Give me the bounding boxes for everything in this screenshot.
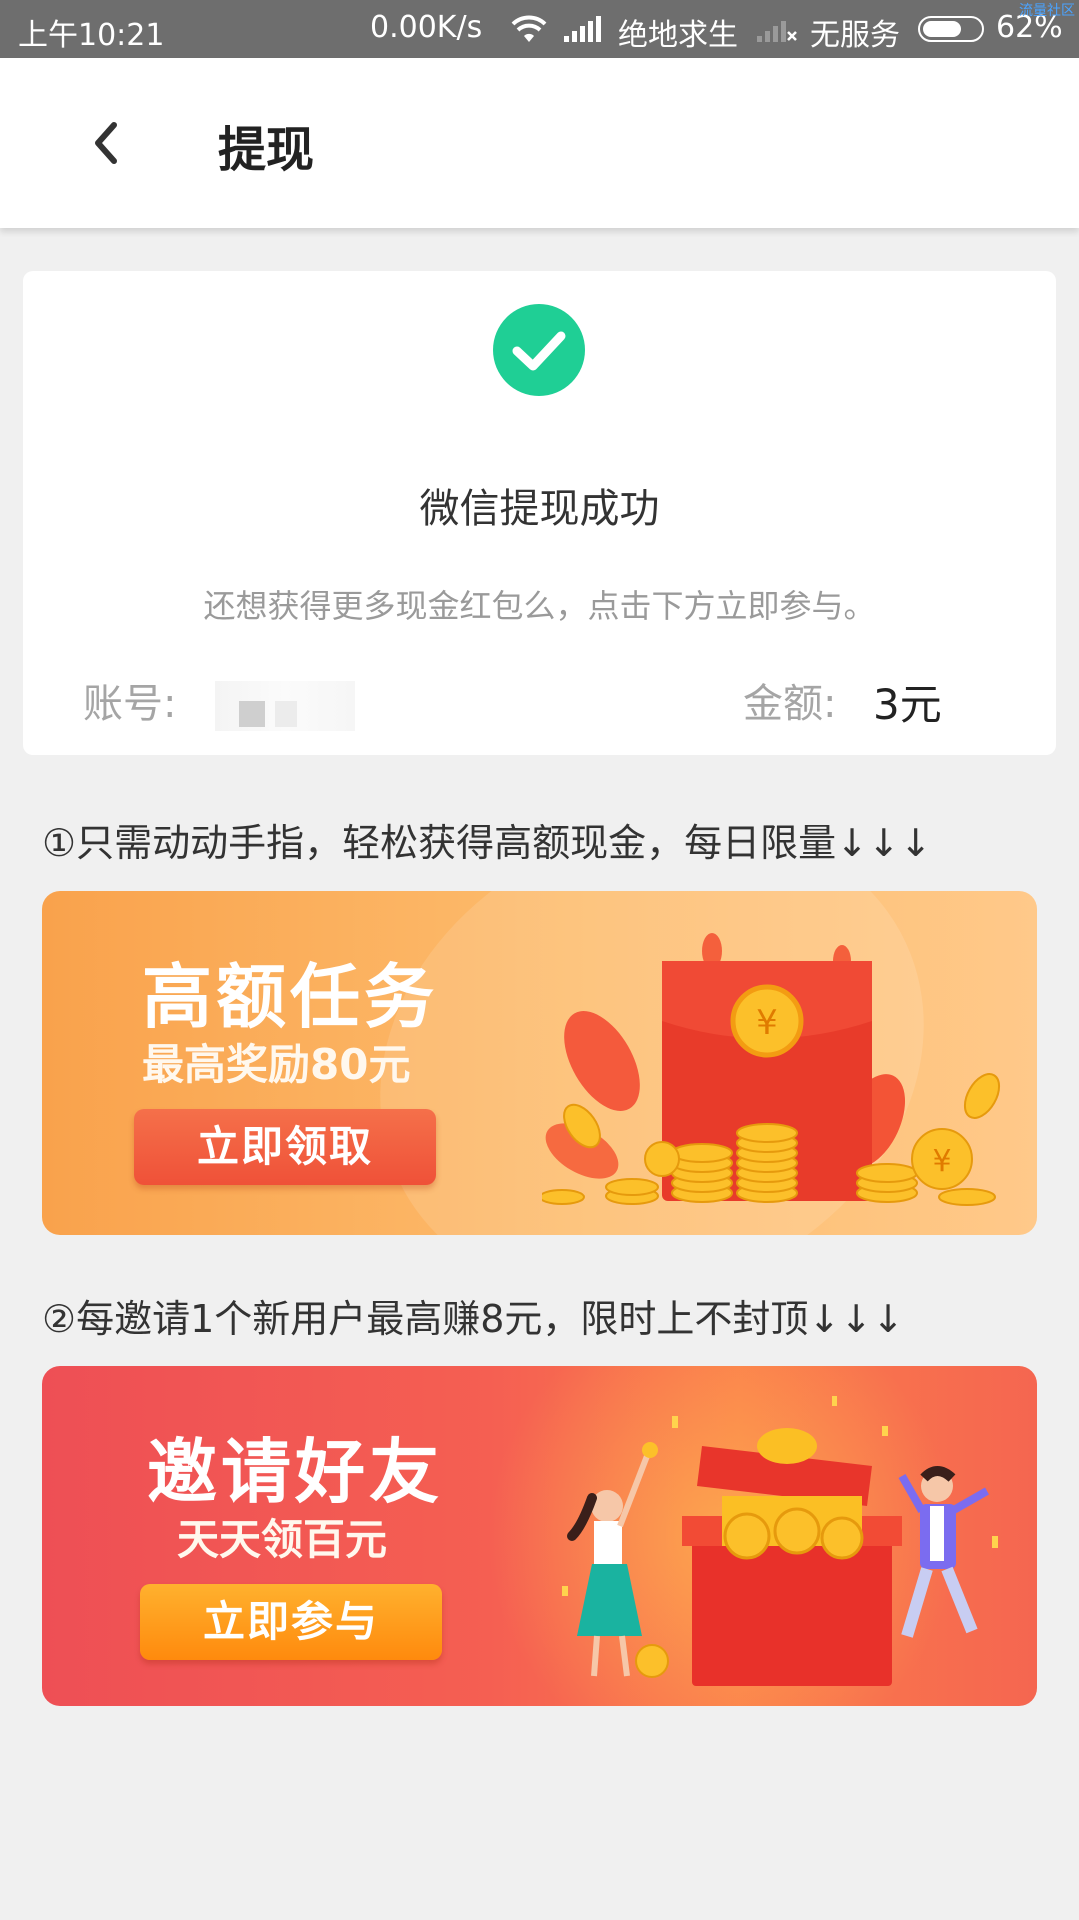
amount-value: 3元 — [873, 680, 942, 729]
chevron-left-icon — [95, 122, 117, 164]
banner-title: 高额任务 — [142, 956, 438, 1038]
carrier-name-2: 无服务 — [810, 18, 900, 53]
success-check-icon — [493, 304, 585, 396]
promo-caption-tasks: ①只需动动手指，轻松获得高额现金，每日限量↓↓↓ — [42, 821, 932, 865]
withdraw-result-card: 微信提现成功 还想获得更多现金红包么，点击下方立即参与。 账号: 金额: 3元 — [23, 271, 1056, 755]
status-bar: 上午10:21 0.00K/s 绝地求生 无服务 62% 流量社区 — [0, 0, 1079, 58]
back-button[interactable] — [80, 113, 140, 173]
join-now-button[interactable]: 立即参与 — [140, 1584, 442, 1660]
account-label: 账号: — [83, 681, 177, 727]
wifi-icon — [510, 14, 548, 52]
high-reward-task-banner[interactable]: 高额任务 最高奖励80元 立即领取 ¥ ¥ — [42, 891, 1037, 1235]
banner-title: 邀请好友 — [147, 1431, 443, 1513]
account-value-masked — [215, 681, 355, 731]
success-message: 微信提现成功 — [419, 486, 660, 532]
svg-text:¥: ¥ — [932, 1144, 951, 1179]
app-header: 提现 — [0, 58, 1079, 228]
page-title: 提现 — [218, 122, 315, 178]
signal-icon — [562, 14, 602, 52]
no-signal-icon — [755, 14, 799, 52]
network-speed: 0.00K/s — [370, 10, 483, 45]
claim-now-button[interactable]: 立即领取 — [134, 1109, 436, 1185]
banner-subtitle: 天天领百元 — [177, 1515, 388, 1564]
svg-text:¥: ¥ — [756, 1003, 778, 1043]
hint-message: 还想获得更多现金红包么，点击下方立即参与。 — [203, 587, 876, 625]
banner-subtitle: 最高奖励80元 — [142, 1040, 411, 1089]
watermark: 流量社区 — [1019, 3, 1075, 19]
amount-label: 金额: — [743, 681, 837, 727]
battery-icon — [918, 16, 984, 42]
invite-friends-banner[interactable]: 邀请好友 天天领百元 立即参与 — [42, 1366, 1037, 1706]
promo-caption-invite: ②每邀请1个新用户最高赚8元，限时上不封顶↓↓↓ — [42, 1297, 904, 1341]
gift-box-people-icon — [562, 1396, 998, 1686]
carrier-name-1: 绝地求生 — [618, 18, 738, 53]
status-time: 上午10:21 — [18, 18, 165, 53]
red-envelope-coins-icon: ¥ ¥ — [542, 933, 1001, 1206]
